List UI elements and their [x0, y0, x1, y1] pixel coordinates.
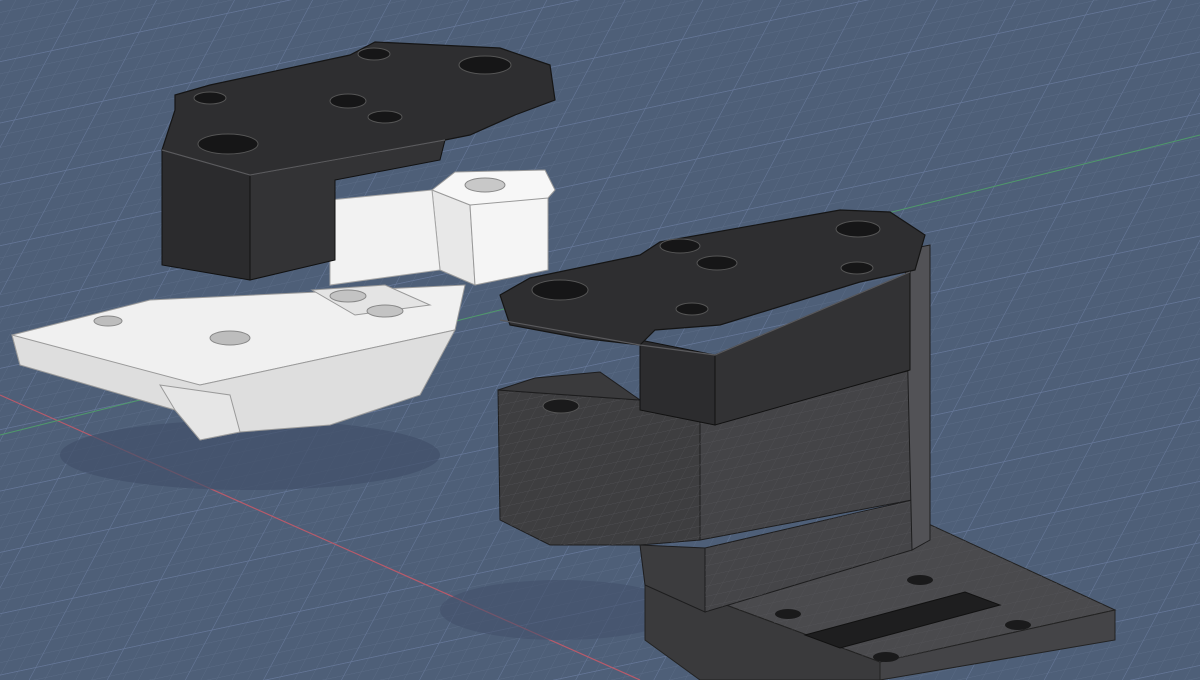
- right-base-hole-2: [907, 575, 933, 585]
- left-base-hole-1: [93, 315, 123, 327]
- left-top-hole-2: [357, 47, 391, 61]
- right-top-hole-4: [840, 261, 874, 275]
- left-slot-hole-1: [329, 289, 367, 303]
- left-top-hole-1: [193, 91, 227, 105]
- right-top-hole-1: [659, 238, 701, 254]
- left-base-hole-2: [209, 330, 251, 346]
- right-top-hole-2: [696, 255, 738, 271]
- right-top-hole-3: [835, 220, 881, 238]
- viewport-canvas[interactable]: [0, 0, 1200, 680]
- left-top-hole-4: [329, 93, 367, 109]
- left-slot-hole-2: [366, 304, 404, 318]
- right-black-front: [639, 339, 716, 426]
- right-top-hole-5: [531, 279, 589, 301]
- right-top-hole-6: [675, 302, 709, 316]
- right-base-hole-1: [775, 609, 801, 619]
- right-lower-hole: [542, 398, 580, 414]
- left-pillar-hole: [464, 177, 506, 193]
- left-top-hole-5: [367, 110, 403, 124]
- left-top-hole-3: [458, 55, 512, 75]
- cad-viewport[interactable]: [0, 0, 1200, 680]
- right-base-hole-3: [1005, 620, 1031, 630]
- left-inner-wall: [329, 189, 441, 286]
- right-shadow: [440, 580, 680, 640]
- left-top-hole-6: [197, 133, 259, 155]
- right-base-hole-4: [873, 652, 899, 662]
